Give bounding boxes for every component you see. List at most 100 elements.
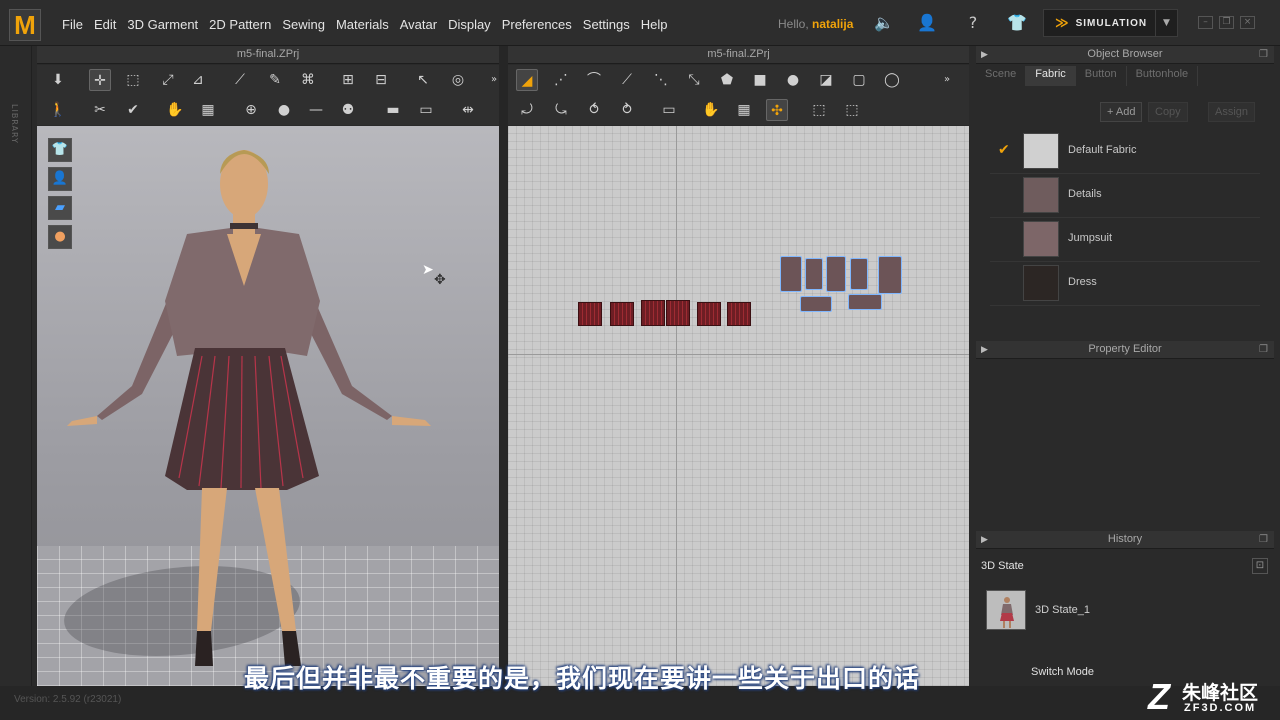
cut-icon[interactable]: ⤡ (683, 69, 705, 91)
copy-fabric-button[interactable]: Copy (1148, 102, 1188, 122)
pattern-piece[interactable] (578, 302, 602, 326)
window-splitter[interactable] (499, 46, 508, 686)
pattern-piece[interactable] (727, 302, 751, 326)
menu-preferences[interactable]: Preferences (500, 17, 581, 32)
speaker-icon[interactable]: 🔈 (873, 12, 895, 34)
add-fabric-button[interactable]: + Add (1100, 102, 1143, 122)
maximize-icon[interactable]: ❐ (1259, 531, 1268, 548)
segment-sew-icon[interactable]: ⤾ (516, 99, 538, 121)
menu-2d-pattern[interactable]: 2D Pattern (207, 17, 280, 32)
ring-icon[interactable]: ◎ (447, 69, 469, 91)
check-sewing-icon[interactable]: ⥁ (616, 99, 638, 121)
simulation-button[interactable]: ≫ SIMULATION ▼ (1043, 9, 1178, 37)
history-item-name[interactable]: 3D State_1 (1035, 604, 1090, 616)
maximize-icon[interactable]: ❐ (1259, 341, 1268, 358)
pattern-piece[interactable] (610, 302, 634, 326)
graphic-icon[interactable]: ▭ (415, 99, 437, 121)
transform-pattern-icon[interactable]: ◢ (516, 69, 538, 91)
free-sew-icon[interactable]: ⤿ (550, 99, 572, 121)
pattern-piece[interactable] (641, 300, 665, 326)
pattern-piece[interactable] (848, 294, 882, 310)
edit-curvature-icon[interactable]: ⟋ (616, 69, 638, 91)
collapse-arrow-icon[interactable]: ▶ (981, 341, 988, 358)
maximize-icon[interactable]: ❐ (1259, 46, 1268, 63)
avatar-model[interactable] (37, 126, 499, 686)
3d-viewport[interactable] (37, 126, 499, 686)
add-point-icon[interactable]: ⋱ (650, 69, 672, 91)
fit-icon[interactable]: ✔ (122, 99, 144, 121)
brush-icon[interactable]: ✎ (264, 69, 286, 91)
pattern-hand-icon[interactable]: ✋ (700, 99, 722, 121)
show-garment-toggle-icon[interactable]: 👕 (48, 138, 72, 162)
edit-point-icon[interactable]: ⋰ (550, 69, 572, 91)
menu-edit[interactable]: Edit (92, 17, 125, 32)
internal-circle-icon[interactable]: ◯ (881, 69, 903, 91)
assign-fabric-button[interactable]: Assign (1208, 102, 1256, 122)
fabric-item[interactable]: Details (990, 174, 1260, 218)
fabric-item[interactable]: Dress (990, 262, 1260, 306)
pattern-piece[interactable] (800, 296, 832, 312)
show-garment-icon[interactable]: ⊞ (337, 69, 359, 91)
avatar-skin-toggle-icon[interactable]: ● (48, 225, 72, 249)
internal-rectangle-icon[interactable]: ▢ (848, 69, 870, 91)
tab-button[interactable]: Button (1076, 66, 1127, 86)
history-thumbnail[interactable] (986, 590, 1026, 630)
texture-edit-icon[interactable]: ▦ (733, 99, 755, 121)
curve-point-icon[interactable]: ⌒ (583, 69, 605, 91)
pin-2d-icon[interactable]: ✣ (766, 99, 788, 121)
restore-button[interactable]: ❐ (1219, 16, 1234, 29)
tab-fabric[interactable]: Fabric (1026, 66, 1076, 86)
simulation-dropdown-icon[interactable]: ▼ (1155, 10, 1177, 36)
zipper-icon[interactable]: ⚉ (337, 99, 359, 121)
measure-icon[interactable]: ↖ (412, 69, 434, 91)
select-mesh-icon[interactable]: ⬚ (122, 69, 144, 91)
switch-mode-button[interactable]: Switch Mode (1031, 666, 1094, 678)
button-icon[interactable]: ● (273, 99, 295, 121)
hand-icon[interactable]: ✋ (164, 99, 186, 121)
topstitch-icon[interactable]: — (305, 99, 327, 121)
avatar-pose-icon[interactable]: 🚶 (47, 99, 69, 121)
arrangement-icon[interactable]: ⊟ (370, 69, 392, 91)
minimize-button[interactable]: – (1198, 16, 1213, 29)
rectangle-icon[interactable]: ■ (749, 69, 771, 91)
more-2d-tools-icon[interactable]: » (936, 69, 958, 91)
menu-avatar[interactable]: Avatar (398, 17, 446, 32)
graphic-2d-icon[interactable]: ⬚ (808, 99, 830, 121)
fabric-item[interactable]: ✔ Default Fabric (990, 130, 1260, 174)
username[interactable]: natalija (812, 17, 853, 31)
garment-icon[interactable]: 👕 (1006, 12, 1028, 34)
pin-icon[interactable]: ⊿ (187, 69, 209, 91)
trace-icon[interactable]: ⬚ (841, 99, 863, 121)
pattern-piece[interactable] (780, 256, 802, 292)
help-icon[interactable]: ? (962, 12, 984, 34)
pattern-piece[interactable] (850, 258, 868, 290)
menu-settings[interactable]: Settings (581, 17, 639, 32)
pattern-piece[interactable] (697, 302, 721, 326)
polygon-icon[interactable]: ⬟ (716, 69, 738, 91)
internal-polygon-icon[interactable]: ◪ (815, 69, 837, 91)
tuck-icon[interactable]: ⌘ (297, 69, 319, 91)
user-icon[interactable]: 👤 (916, 12, 938, 34)
fabric-tile-icon[interactable]: ▦ (197, 99, 219, 121)
add-button-icon[interactable]: ⊕ (240, 99, 262, 121)
menu-sewing[interactable]: Sewing (280, 17, 334, 32)
pattern-piece[interactable] (826, 256, 846, 292)
close-button[interactable]: × (1240, 16, 1255, 29)
menu-3d-garment[interactable]: 3D Garment (125, 17, 207, 32)
steam-icon[interactable]: ⇹ (457, 99, 479, 121)
texture-toggle-icon[interactable]: ▰ (48, 196, 72, 220)
segment-sewing-icon[interactable]: ⟋ (229, 69, 251, 91)
transform-icon[interactable]: ⤢ (157, 69, 179, 91)
edit-tool-icon[interactable]: ✂ (89, 99, 111, 121)
menu-materials[interactable]: Materials (334, 17, 398, 32)
pattern-piece[interactable] (878, 256, 902, 294)
history-save-icon[interactable]: ⊡ (1252, 558, 1268, 574)
select-move-icon[interactable]: ✛ (89, 69, 111, 91)
show-avatar-toggle-icon[interactable]: 👤 (48, 167, 72, 191)
collapse-arrow-icon[interactable]: ▶ (981, 46, 988, 63)
fold-tool-icon[interactable]: ▭ (658, 99, 680, 121)
menu-help[interactable]: Help (639, 17, 677, 32)
2d-pattern-viewport[interactable] (508, 126, 969, 686)
tab-scene[interactable]: Scene (976, 66, 1027, 86)
pattern-piece[interactable] (805, 258, 823, 290)
